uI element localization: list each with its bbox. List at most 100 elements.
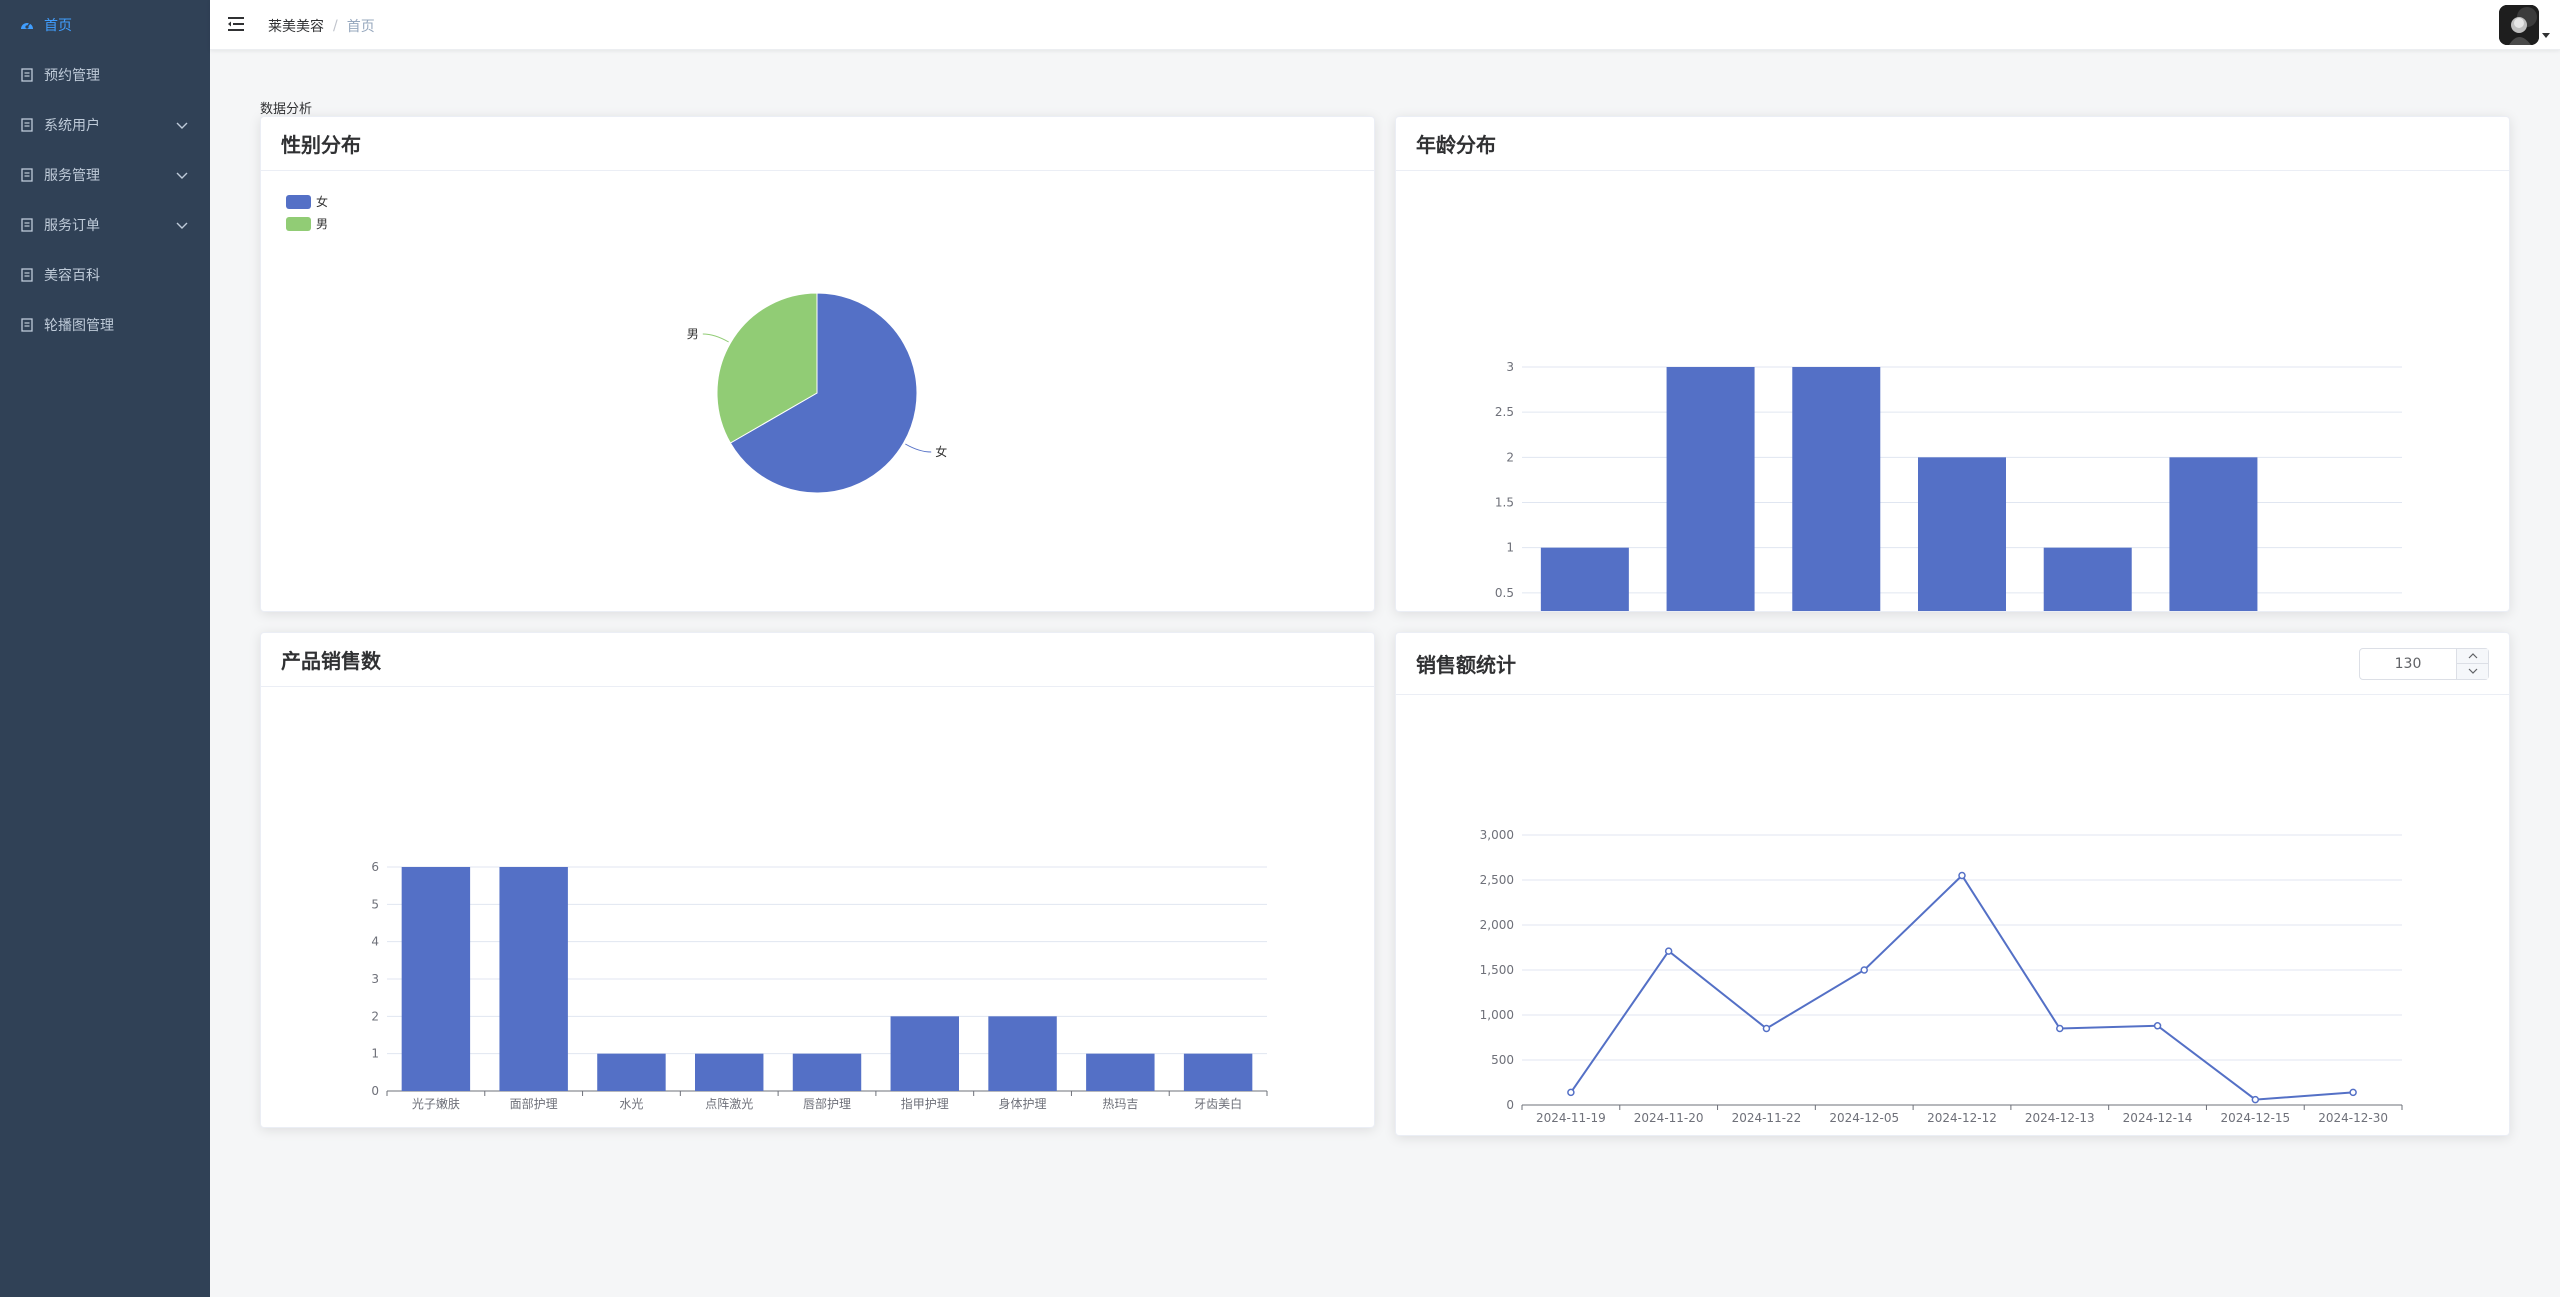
x-tick-label: 2024-12-30	[2318, 1111, 2388, 1125]
x-tick-label: 2024-11-19	[1536, 1111, 1606, 1125]
bar	[2169, 457, 2258, 611]
y-tick-label: 0	[371, 1084, 379, 1098]
stepper-buttons	[2456, 648, 2489, 679]
card-header: 销售额统计 130	[1396, 633, 2509, 695]
bar	[597, 1053, 666, 1091]
chevron-down-icon	[176, 118, 190, 132]
card-header: 年龄分布	[1396, 117, 2509, 171]
data-point	[2153, 1022, 2162, 1030]
card-header: 性别分布	[261, 117, 1374, 171]
sidebar-item[interactable]: 服务订单	[0, 200, 210, 250]
y-tick-label: 1,000	[1480, 1008, 1514, 1022]
y-tick-label: 2	[371, 1009, 379, 1023]
data-point	[2251, 1095, 2260, 1104]
legend-label: 男	[316, 217, 328, 231]
user-menu[interactable]	[2499, 5, 2550, 45]
sidebar-item[interactable]: 系统用户	[0, 100, 210, 150]
bar	[988, 1016, 1057, 1091]
breadcrumb: 莱美美容 / 首页	[268, 16, 375, 36]
x-tick-label: 牙齿美白	[1194, 1096, 1242, 1111]
bar	[1540, 547, 1629, 611]
y-tick-label: 1	[371, 1047, 379, 1061]
y-tick-label: 3	[371, 972, 379, 986]
chevron-down-icon	[176, 168, 190, 182]
data-point	[1762, 1024, 1771, 1033]
section-title: 数据分析	[260, 102, 313, 117]
document-icon	[20, 118, 34, 132]
series-line	[1570, 873, 2354, 1101]
bar	[1086, 1053, 1155, 1091]
avatar[interactable]	[2499, 5, 2539, 45]
chevron-down-icon	[176, 218, 190, 232]
bar	[2043, 547, 2132, 611]
sidebar-item-label: 美容百科	[44, 268, 100, 284]
y-tick-label: 0	[1506, 1098, 1514, 1112]
sidebar-item-label: 首页	[44, 18, 72, 34]
bar	[499, 867, 568, 1091]
data-point	[2056, 1024, 2064, 1033]
x-tick-label: 2024-11-20	[1634, 1111, 1704, 1125]
x-tick-label: 2024-12-12	[1927, 1111, 1997, 1125]
pie-label: 女	[935, 444, 947, 459]
bar	[1666, 367, 1755, 611]
card-title: 销售额统计	[1416, 653, 1516, 677]
x-tick-label: 水光	[619, 1097, 643, 1111]
product-sales-card: 产品销售数 0 1 2 3 4 5 6 光子嫩肤 面部护理 水光 点阵激光 唇部护理 指甲护理 身体护理 热…	[260, 632, 1375, 1128]
y-tick-label: 4	[371, 935, 379, 949]
legend-swatch	[286, 195, 311, 209]
sidebar: 首页预约管理系统用户 服务管理 服务订单美容百科轮播图管理	[0, 0, 210, 1297]
hamburger-menu-icon[interactable]	[226, 14, 246, 34]
card-title: 性别分布	[281, 133, 361, 157]
data-point	[1664, 947, 1673, 955]
card-header: 产品销售数	[261, 633, 1374, 687]
x-tick-label: 2024-12-05	[1829, 1111, 1899, 1125]
y-tick-label: 2	[1506, 450, 1514, 464]
sales-line-chart: 0 500 1,000 1,500 2,000 2,500 3,000 2024-11-19 2…	[1480, 828, 2403, 1125]
breadcrumb-item-home-app[interactable]: 莱美美容	[268, 16, 324, 36]
legend-label: 女	[316, 194, 328, 209]
y-tick-label: 1,500	[1480, 963, 1514, 977]
sidebar-menu: 首页预约管理系统用户 服务管理 服务订单美容百科轮播图管理	[0, 0, 210, 350]
x-tick-label: 唇部护理	[803, 1096, 851, 1111]
sidebar-item-label: 轮播图管理	[44, 318, 114, 334]
sidebar-item[interactable]: 首页	[0, 0, 210, 50]
x-tick-label: 2024-11-22	[1732, 1111, 1802, 1125]
x-tick-label: 2024-12-14	[2123, 1111, 2193, 1125]
sidebar-item-label: 预约管理	[44, 68, 100, 84]
sidebar-item[interactable]: 轮播图管理	[0, 300, 210, 350]
bar	[695, 1053, 764, 1091]
sidebar-item[interactable]: 预约管理	[0, 50, 210, 100]
sidebar-item[interactable]: 美容百科	[0, 250, 210, 300]
caret-down-icon[interactable]	[2542, 33, 2550, 39]
data-point	[1860, 966, 1868, 974]
bar	[1792, 367, 1881, 611]
bar	[1918, 457, 2006, 611]
age-distribution-card: 年龄分布 00.511.522.530-1010-2020-3030-4040-…	[1395, 116, 2510, 612]
breadcrumb-item-current: 首页	[346, 19, 375, 35]
gender-pie-chart: 女男女男	[286, 194, 947, 494]
x-tick-label: 2024-12-13	[2025, 1111, 2095, 1125]
sales-amount-card: 销售额统计 130 0 500 1,000 1,500 2,000 2,500 3,000 2…	[1395, 632, 2510, 1136]
document-icon	[20, 168, 34, 182]
y-tick-label: 3,000	[1480, 828, 1514, 842]
breadcrumb-separator: /	[333, 18, 338, 34]
stepper-increase-button[interactable]	[2457, 649, 2489, 664]
pie-label-line	[702, 333, 729, 343]
card-title: 年龄分布	[1416, 133, 1496, 157]
sidebar-item[interactable]: 服务管理	[0, 150, 210, 200]
x-tick-label: 面部护理	[510, 1096, 558, 1111]
bar	[401, 867, 471, 1091]
bar	[792, 1053, 862, 1091]
quantity-stepper[interactable]: 130	[2359, 647, 2489, 680]
legend-swatch	[286, 217, 311, 231]
stepper-value[interactable]: 130	[2360, 649, 2456, 679]
stepper-decrease-button[interactable]	[2457, 664, 2489, 679]
y-tick-label: 3	[1506, 360, 1514, 374]
chevron-up-icon	[2468, 652, 2478, 658]
y-tick-label: 2,500	[1480, 873, 1514, 887]
document-icon	[20, 218, 34, 232]
document-icon	[20, 268, 34, 282]
y-tick-label: 1.5	[1495, 496, 1514, 510]
age-bar-chart: 00.511.522.530-1010-2020-3030-4040-5050-…	[1495, 360, 2402, 611]
document-icon	[20, 68, 34, 82]
